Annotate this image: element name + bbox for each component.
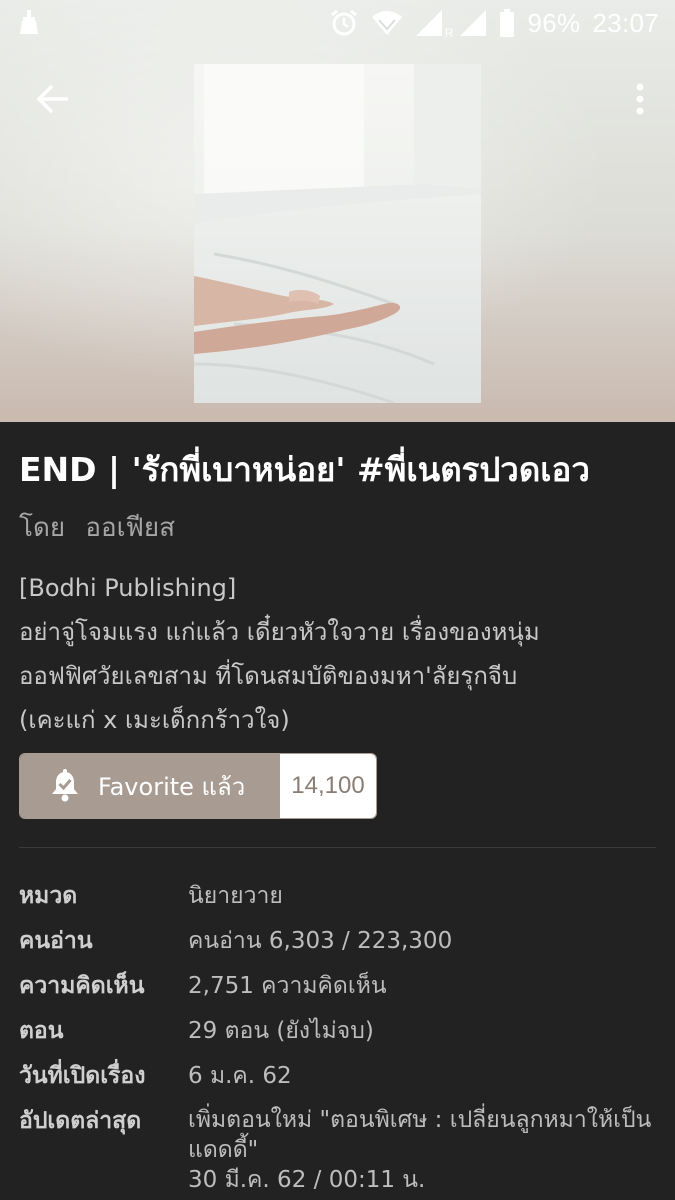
- cleaner-icon: [18, 9, 40, 35]
- info-value: 29 ตอน (ยังไม่จบ): [188, 1018, 374, 1044]
- info-key: คนอ่าน: [19, 928, 93, 954]
- divider: [19, 847, 656, 848]
- info-row-last-update: อัปเดตล่าสุด เพิ่มตอนใหม่ "ตอนพิเศษ : เป…: [19, 1099, 659, 1193]
- info-key: ตอน: [19, 1018, 64, 1044]
- back-arrow-icon: [36, 84, 68, 114]
- more-vert-icon: [636, 83, 644, 115]
- favorite-label: Favorite แล้ว: [98, 772, 246, 801]
- info-value[interactable]: 2,751 ความคิดเห็น: [188, 964, 658, 1008]
- cover-image: [194, 64, 481, 403]
- info-row-comments: ความคิดเห็น 2,751 ความคิดเห็น: [19, 964, 659, 1009]
- signal-icon: [415, 9, 443, 37]
- info-key: อัปเดตล่าสุด: [19, 1108, 142, 1134]
- favorite-control: Favorite แล้ว 14,100: [19, 753, 377, 819]
- info-row-chapters: ตอน 29 ตอน (ยังไม่จบ): [19, 1009, 659, 1054]
- favorite-count: 14,100: [280, 754, 376, 818]
- info-value: คนอ่าน 6,303 / 223,300: [188, 928, 453, 954]
- latest-chapter-title[interactable]: เพิ่มตอนใหม่ "ตอนพิเศษ : เปลี่ยนลูกหมาให…: [188, 1105, 658, 1165]
- roaming-indicator: R: [444, 26, 454, 40]
- info-row-readers: คนอ่าน คนอ่าน 6,303 / 223,300: [19, 919, 659, 964]
- info-key: หมวด: [19, 883, 78, 909]
- info-row-category: หมวด นิยายวาย: [19, 874, 659, 919]
- status-bar: R 96% 23:07: [0, 0, 675, 46]
- cover-header: R 96% 23:07: [0, 0, 675, 422]
- back-button[interactable]: [30, 76, 76, 122]
- latest-update-time: 30 มี.ค. 62 / 00:11 น.: [188, 1167, 426, 1193]
- info-value[interactable]: เพิ่มตอนใหม่ "ตอนพิเศษ : เปลี่ยนลูกหมาให…: [188, 1105, 658, 1195]
- signal-icon: [459, 9, 487, 37]
- info-row-start-date: วันที่เปิดเรื่อง 6 ม.ค. 62: [19, 1054, 659, 1099]
- info-key: ความคิดเห็น: [19, 973, 145, 999]
- novel-title: END | 'รักพี่เบาหน่อย' #พี่เนตรปวดเอว: [19, 450, 590, 489]
- wifi-icon: [371, 10, 403, 36]
- author-line: โดย ออเฟียส: [19, 510, 187, 546]
- by-label: โดย: [19, 513, 66, 543]
- alarm-icon: [329, 8, 359, 38]
- battery-percent: 96%: [527, 7, 581, 38]
- clock: 23:07: [592, 7, 659, 38]
- info-value[interactable]: นิยายวาย: [188, 874, 658, 918]
- more-options-button[interactable]: [627, 76, 653, 122]
- favorite-button[interactable]: Favorite แล้ว: [20, 754, 280, 818]
- novel-description: [Bodhi Publishing] อย่าจู่โจมแรง แก่แล้ว…: [19, 574, 540, 734]
- author-link[interactable]: ออเฟียส: [85, 513, 175, 543]
- battery-icon: [499, 9, 515, 37]
- info-value: 6 ม.ค. 62: [188, 1063, 292, 1089]
- info-table: หมวด นิยายวาย คนอ่าน คนอ่าน 6,303 / 223,…: [19, 874, 659, 1193]
- bell-check-icon: [52, 769, 78, 802]
- info-key: วันที่เปิดเรื่อง: [19, 1063, 146, 1089]
